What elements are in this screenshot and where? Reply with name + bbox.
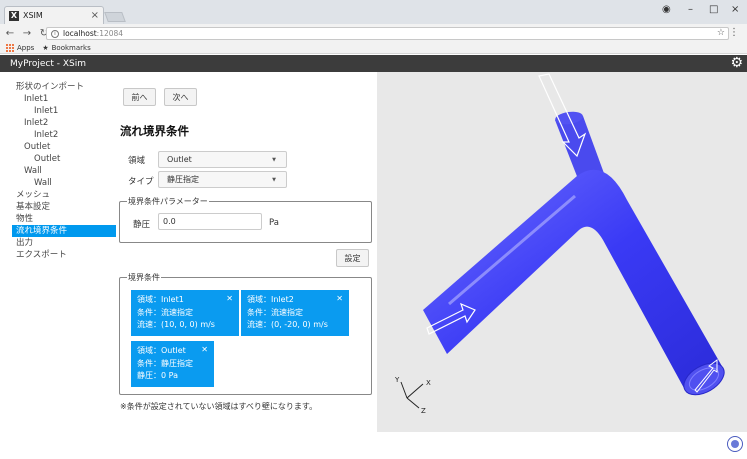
- footnote: ※条件が設定されていない領域はすべり壁になります。: [120, 402, 318, 411]
- address-bar[interactable]: i localhost:12084: [46, 27, 729, 40]
- set-button[interactable]: 設定: [336, 249, 369, 267]
- forward-arrow-icon[interactable]: →: [20, 28, 34, 39]
- app-title: MyProject - XSim: [10, 58, 86, 69]
- url-port: :12084: [96, 29, 124, 38]
- sidebar-item[interactable]: 物性: [0, 213, 116, 225]
- params-legend: 境界条件パラメーター: [127, 196, 209, 207]
- close-icon[interactable]: ✕: [201, 344, 208, 357]
- sidebar-item[interactable]: Inlet2: [0, 129, 116, 141]
- chevron-down-icon: ▼: [272, 157, 276, 163]
- pressure-unit: Pa: [269, 218, 279, 228]
- new-tab-button[interactable]: [104, 12, 126, 22]
- sidebar-item[interactable]: エクスポート: [0, 249, 116, 261]
- url-host: localhost: [63, 29, 97, 38]
- region-select-value: Outlet: [167, 155, 192, 164]
- next-button[interactable]: 次へ: [164, 88, 197, 106]
- axis-y-label: Y: [394, 376, 400, 384]
- region-select[interactable]: Outlet ▼: [158, 151, 287, 168]
- maximize-button[interactable]: □: [709, 4, 718, 15]
- axis-x-label: X: [426, 379, 431, 387]
- close-icon[interactable]: ✕: [226, 293, 233, 306]
- prev-button[interactable]: 前へ: [123, 88, 156, 106]
- sidebar-item[interactable]: メッシュ: [0, 189, 116, 201]
- boundary-condition-panel: 前へ 次へ 流れ境界条件 領域 Outlet ▼ タイプ 静圧指定 ▼ 境界条件…: [116, 72, 377, 432]
- axes-triad: Y X Z: [394, 376, 431, 415]
- pressure-input[interactable]: 0.0: [158, 213, 262, 230]
- app-header: MyProject - XSim: [0, 55, 747, 72]
- status-bar: [0, 432, 747, 459]
- sidebar-item[interactable]: Inlet1: [0, 93, 116, 105]
- region-label: 領域: [128, 156, 146, 166]
- sidebar-item[interactable]: Outlet: [0, 153, 116, 165]
- account-icon[interactable]: ◉: [662, 4, 671, 15]
- sidebar-item[interactable]: 形状のインポート: [0, 81, 116, 93]
- bookmark-star-icon[interactable]: ☆: [717, 28, 725, 38]
- sidebar-item[interactable]: 流れ境界条件: [12, 225, 116, 237]
- sidebar-item[interactable]: 基本設定: [0, 201, 116, 213]
- axis-z-label: Z: [421, 407, 426, 415]
- main-pipe: [423, 169, 723, 390]
- sidebar: 形状のインポート Inlet1 Inlet1 Inlet2 Inlet2 Outlet Ou…: [0, 72, 116, 444]
- sidebar-item[interactable]: Wall: [0, 165, 116, 177]
- info-icon[interactable]: i: [51, 29, 59, 38]
- 3d-viewport[interactable]: Y X Z: [377, 72, 747, 432]
- sidebar-item[interactable]: Inlet2: [0, 117, 116, 129]
- minimize-button[interactable]: –: [688, 4, 693, 15]
- pipe-model: Y X Z: [394, 73, 725, 415]
- browser-tab[interactable]: X XSIM ×: [4, 6, 104, 24]
- type-label: タイプ: [128, 177, 154, 187]
- condition-card-inlet2[interactable]: ✕ 領域：Inlet2 条件：流速指定 流速：(0, -20, 0) m/s: [241, 290, 349, 336]
- browser-tabstrip: X XSIM × ◉ – □ ×: [0, 0, 747, 24]
- type-select-value: 静圧指定: [167, 175, 199, 184]
- gear-icon[interactable]: ⚙: [730, 56, 743, 70]
- chevron-down-icon: ▼: [272, 177, 276, 183]
- bookmarks-bar: Apps ★ Bookmarks: [0, 42, 747, 54]
- tab-close-icon[interactable]: ×: [91, 10, 99, 21]
- sidebar-item[interactable]: Inlet1: [0, 105, 116, 117]
- close-icon[interactable]: ✕: [336, 293, 343, 306]
- sidebar-item[interactable]: 出力: [0, 237, 116, 249]
- sidebar-item[interactable]: Wall: [0, 177, 116, 189]
- bookmark-apps[interactable]: Apps: [6, 43, 34, 52]
- xsim-favicon-icon: X: [9, 10, 19, 21]
- bookmark-bookmarks[interactable]: ★ Bookmarks: [42, 44, 90, 52]
- close-window-button[interactable]: ×: [731, 4, 739, 15]
- apps-grid-icon: [6, 43, 14, 52]
- condition-card-inlet1[interactable]: ✕ 領域：Inlet1 条件：流速指定 流速：(10, 0, 0) m/s: [131, 290, 239, 336]
- condition-card-outlet[interactable]: ✕ 領域：Outlet 条件：静圧指定 静圧：0 Pa: [131, 341, 214, 387]
- sidebar-item[interactable]: Outlet: [0, 141, 116, 153]
- tab-title: XSIM: [23, 11, 43, 20]
- page-title: 流れ境界条件: [120, 124, 189, 138]
- star-icon: ★: [42, 43, 49, 52]
- conditions-legend: 境界条件: [127, 272, 161, 283]
- pressure-label: 静圧: [133, 220, 151, 230]
- type-select[interactable]: 静圧指定 ▼: [158, 171, 287, 188]
- sidebar-tree: 形状のインポート Inlet1 Inlet1 Inlet2 Inlet2 Outlet Ou…: [0, 72, 116, 261]
- back-arrow-icon[interactable]: ←: [3, 28, 17, 39]
- browser-menu-icon[interactable]: ⋮: [729, 27, 739, 38]
- app-logo-icon: [727, 436, 743, 452]
